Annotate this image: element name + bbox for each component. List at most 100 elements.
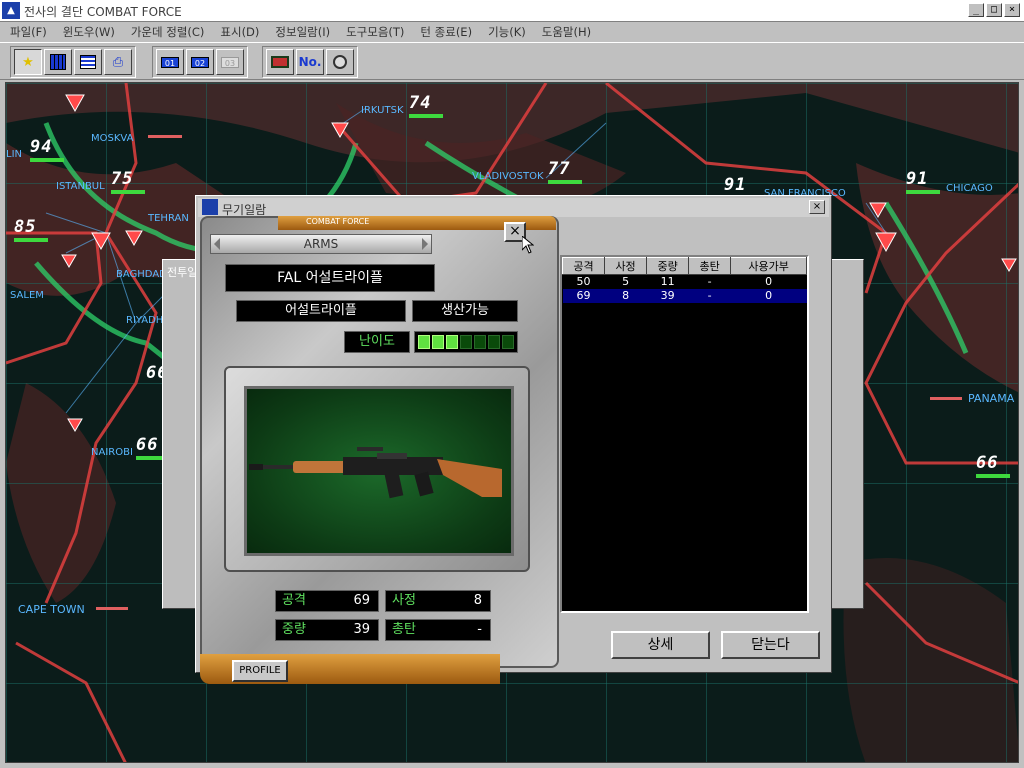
- app-logo-icon: [202, 199, 218, 215]
- maximize-button[interactable]: □: [986, 3, 1002, 17]
- unit-count-value: 94: [30, 137, 53, 157]
- weapon-list-close-button[interactable]: ×: [809, 200, 825, 214]
- difficulty-segment: [460, 335, 472, 349]
- table-cell: -: [688, 289, 731, 303]
- city-label-baghdad[interactable]: BAGHDAD: [116, 269, 167, 280]
- weapon-list-titlebar[interactable]: 무기일람 ×: [198, 198, 829, 217]
- detail-button[interactable]: 상세: [611, 631, 710, 659]
- unit-count-moskva[interactable]: 94: [30, 137, 64, 162]
- slot-01-button[interactable]: 01: [156, 49, 184, 75]
- unit-strength-bar: [409, 114, 443, 118]
- city-label-cape-town[interactable]: CAPE TOWN: [18, 603, 85, 616]
- close-icon: ×: [509, 223, 521, 239]
- column-header-usable[interactable]: 사용가부: [730, 257, 807, 275]
- slot-03-button[interactable]: 03: [216, 49, 244, 75]
- menu-end-turn[interactable]: 턴 종료(E): [420, 22, 472, 42]
- slot-01-icon: 01: [161, 56, 179, 68]
- city-label-salem[interactable]: SALEM: [10, 290, 44, 301]
- printer-button[interactable]: ⎙: [104, 49, 132, 75]
- city-label-riyadh[interactable]: RIYADH: [126, 315, 163, 326]
- minimize-button[interactable]: _: [968, 3, 984, 17]
- production-status: 생산가능: [412, 300, 518, 322]
- weapon-image-frame: [224, 366, 530, 572]
- difficulty-segment: [432, 335, 444, 349]
- unit-count-atlantic[interactable]: 66: [976, 453, 1010, 478]
- stat-weight-label: 중량: [282, 622, 306, 637]
- stat-ammo-value: -: [477, 622, 482, 637]
- menu-display[interactable]: 표시(D): [220, 22, 259, 42]
- menu-info[interactable]: 정보일람(I): [275, 22, 330, 42]
- printer-icon: ⎙: [112, 54, 124, 70]
- unit-count-value: 91: [724, 175, 747, 195]
- column-header-weight[interactable]: 중량: [646, 257, 690, 275]
- city-label-vladivostok[interactable]: VLADIVOSTOK: [472, 171, 544, 182]
- title-bar: ▲ 전사의 결단 COMBAT FORCE _ □ ×: [0, 0, 1024, 22]
- unit-count-vladivostok[interactable]: 77: [548, 159, 582, 184]
- list-button[interactable]: [74, 49, 102, 75]
- slot-03-icon: 03: [221, 56, 239, 68]
- unit-count-chicago[interactable]: 91: [906, 169, 940, 194]
- weapon-table: 공격 사정 중량 총탄 사용가부 50 5 11 - 0 69 8 39 - 0: [560, 255, 809, 613]
- difficulty-segment: [502, 335, 514, 349]
- difficulty-label: 난이도: [344, 331, 410, 353]
- category-selector[interactable]: ARMS: [210, 234, 432, 254]
- weapon-table-grid: 공격 사정 중량 총탄 사용가부 50 5 11 - 0 69 8 39 - 0: [561, 257, 807, 303]
- menu-function[interactable]: 기능(K): [488, 22, 526, 42]
- grid-button[interactable]: [44, 49, 72, 75]
- close-button[interactable]: ×: [1004, 3, 1020, 17]
- star-icon: ★: [22, 54, 34, 70]
- menu-window[interactable]: 윈도우(W): [63, 22, 115, 42]
- difficulty-segment: [418, 335, 430, 349]
- profile-button[interactable]: PROFILE: [232, 660, 288, 682]
- unit-count-value: 75: [111, 169, 134, 189]
- city-label-lin[interactable]: LIN: [6, 149, 22, 160]
- city-label-panama[interactable]: PANAMA: [968, 392, 1014, 405]
- window-title: 전사의 결단 COMBAT FORCE: [24, 5, 182, 19]
- city-label-chicago[interactable]: CHICAGO: [946, 183, 993, 194]
- rifle-icon: [249, 447, 502, 499]
- menu-center[interactable]: 가운데 정렬(C): [131, 22, 205, 42]
- table-row[interactable]: 50 5 11 - 0: [563, 275, 807, 290]
- column-header-ammo[interactable]: 총탄: [688, 257, 732, 275]
- star-button[interactable]: ★: [14, 49, 42, 75]
- table-cell: 0: [765, 275, 773, 288]
- city-label-irkutsk[interactable]: IRKUTSK: [361, 105, 404, 116]
- unit-count-irkutsk[interactable]: 74: [409, 93, 443, 118]
- city-label-moskva[interactable]: MOSKVA: [91, 133, 133, 144]
- slot-02-icon: 02: [191, 56, 209, 68]
- app-logo-icon: ▲: [2, 2, 20, 19]
- city-label-tehran[interactable]: TEHRAN: [148, 213, 189, 224]
- toolbar-group-1: ★ ⎙: [10, 46, 136, 78]
- unit-count-value: 74: [409, 93, 432, 113]
- table-cell: 39: [646, 289, 689, 303]
- unit-count-value: 77: [548, 159, 571, 179]
- close-list-button[interactable]: 닫는다: [721, 631, 820, 659]
- column-header-attack[interactable]: 공격: [561, 257, 606, 275]
- coins-button[interactable]: [326, 49, 354, 75]
- monitor-icon: [271, 56, 289, 68]
- slot-02-button[interactable]: 02: [186, 49, 214, 75]
- table-cell: 11: [660, 275, 675, 288]
- unit-count-value: 91: [906, 169, 929, 189]
- city-label-nairobi[interactable]: NAIROBI: [91, 447, 133, 458]
- stat-range: 사정 8: [385, 590, 491, 612]
- monitor-button[interactable]: [266, 49, 294, 75]
- unit-count-istanbul[interactable]: 75: [111, 169, 145, 194]
- number-button[interactable]: No.: [296, 49, 324, 75]
- toolbar-group-2: 01 02 03: [152, 46, 248, 78]
- unit-count-value: 85: [14, 217, 37, 237]
- city-label-istanbul[interactable]: ISTANBUL: [56, 181, 105, 192]
- column-header-range[interactable]: 사정: [604, 257, 648, 275]
- toolbar-group-3: No.: [262, 46, 358, 78]
- table-row-selected[interactable]: 69 8 39 - 0: [562, 289, 807, 303]
- unit-strength-bar: [30, 158, 64, 162]
- weapon-class: 어설트라이플: [236, 300, 406, 322]
- difficulty-meter: [414, 331, 518, 353]
- weapon-name: FAL 어설트라이플: [225, 264, 435, 292]
- menu-file[interactable]: 파일(F): [10, 22, 47, 42]
- menu-tools[interactable]: 도구모음(T): [346, 22, 404, 42]
- unit-count-salem[interactable]: 85: [14, 217, 48, 242]
- category-label: ARMS: [303, 237, 339, 251]
- menu-help[interactable]: 도움말(H): [542, 22, 591, 42]
- unit-count-pacific[interactable]: 91: [724, 175, 746, 195]
